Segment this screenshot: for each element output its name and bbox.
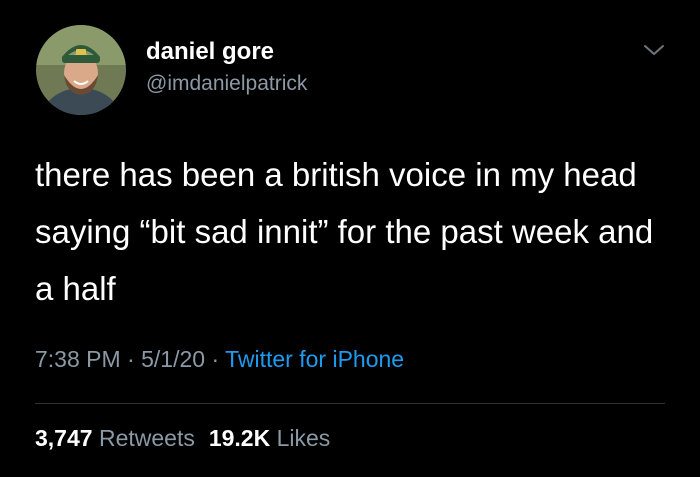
retweets-stat[interactable]: 3,747 Retweets bbox=[35, 425, 195, 451]
tweet-stats: 3,747 Retweets 19.2K Likes bbox=[35, 425, 344, 452]
avatar-image bbox=[36, 25, 126, 115]
likes-stat[interactable]: 19.2K Likes bbox=[209, 425, 330, 451]
tweet-text: there has been a british voice in my hea… bbox=[35, 156, 654, 307]
tweet-date[interactable]: 5/1/20 bbox=[141, 346, 205, 372]
tweet-card: daniel gore @imdanielpatrick there has b… bbox=[0, 0, 700, 477]
avatar[interactable] bbox=[36, 25, 126, 115]
meta-separator: · bbox=[211, 346, 220, 372]
retweets-count: 3,747 bbox=[35, 425, 93, 451]
chevron-down-icon[interactable] bbox=[642, 40, 666, 60]
likes-count: 19.2K bbox=[208, 425, 271, 451]
divider bbox=[35, 403, 665, 404]
user-handle[interactable]: @imdanielpatrick bbox=[146, 72, 307, 96]
tweet-source-link[interactable]: Twitter for iPhone bbox=[225, 346, 404, 372]
tweet-time[interactable]: 7:38 PM bbox=[35, 346, 121, 372]
retweets-label: Retweets bbox=[98, 425, 195, 451]
display-name[interactable]: daniel gore bbox=[146, 38, 274, 66]
tweet-meta: 7:38 PM · 5/1/20 · Twitter for iPhone bbox=[35, 346, 404, 373]
meta-separator: · bbox=[127, 346, 135, 372]
likes-label: Likes bbox=[276, 425, 331, 451]
